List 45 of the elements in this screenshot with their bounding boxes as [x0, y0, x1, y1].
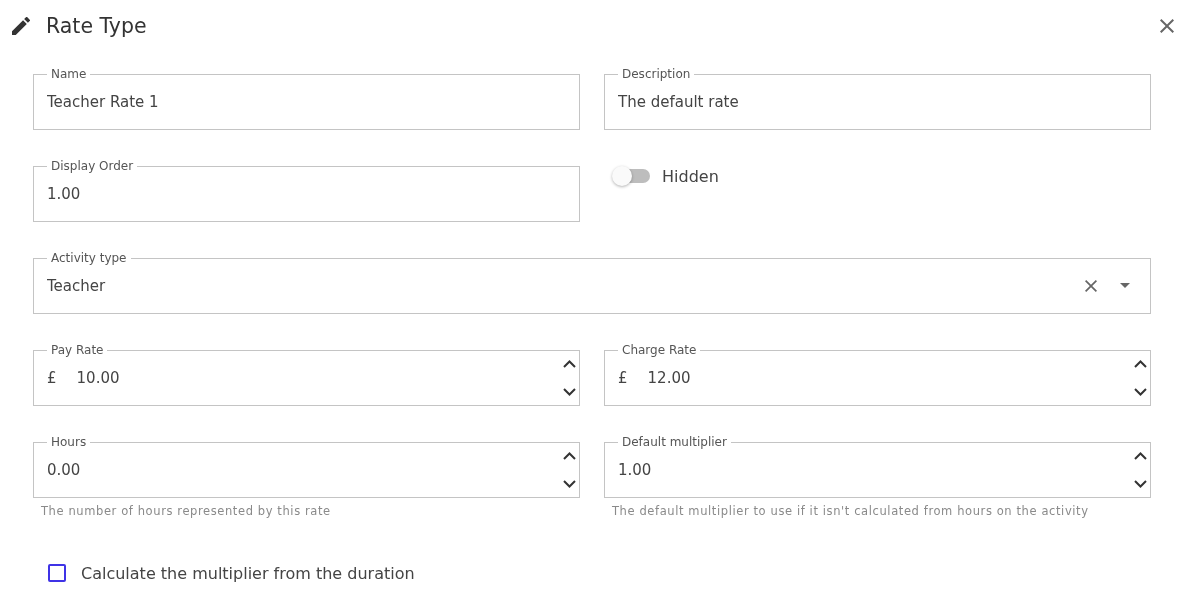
- number-input[interactable]: 12.00: [647, 357, 1132, 398]
- select-input[interactable]: Teacher: [47, 265, 1079, 306]
- chevron-down-icon: [1133, 388, 1147, 396]
- number-field[interactable]: Charge Rate £ 12.00: [604, 343, 1151, 406]
- field-label: Pay Rate: [50, 343, 105, 357]
- dropdown-arrow-icon: [1120, 283, 1130, 288]
- text-input[interactable]: The default rate: [618, 81, 1137, 122]
- number-input[interactable]: 0.00: [47, 449, 561, 490]
- clear-icon: [1085, 279, 1097, 292]
- close-icon: [1160, 19, 1174, 33]
- field-label: Activity type: [50, 251, 128, 265]
- toggle-switch[interactable]: [612, 166, 652, 186]
- helper-text: The default multiplier to use if it isn't calculated from hours on the activity: [612, 504, 1089, 518]
- select-field[interactable]: Activity type Teacher: [33, 251, 1151, 314]
- chevron-up-icon: [562, 452, 576, 460]
- checkbox-label: Calculate the multiplier from the duration: [81, 563, 415, 583]
- chevron-down-icon: [1133, 480, 1147, 488]
- text-input[interactable]: Teacher Rate 1: [47, 81, 566, 122]
- chevron-down-icon: [562, 480, 576, 488]
- chevron-up-icon: [562, 360, 576, 368]
- currency-symbol: £: [47, 368, 57, 387]
- number-field[interactable]: Hours 0.00: [33, 435, 580, 498]
- field-label: Default multiplier: [621, 435, 728, 449]
- switch-label: Hidden: [662, 166, 719, 186]
- number-field[interactable]: Default multiplier 1.00: [604, 435, 1151, 498]
- field-label: Charge Rate: [621, 343, 698, 357]
- field-label: Name: [50, 67, 88, 81]
- text-field[interactable]: Description The default rate: [604, 67, 1151, 130]
- checkbox[interactable]: [48, 564, 66, 582]
- dialog-title: Rate Type: [46, 14, 147, 38]
- pencil-icon: [12, 17, 30, 35]
- number-field[interactable]: Pay Rate £ 10.00: [33, 343, 580, 406]
- chevron-up-icon: [1133, 360, 1147, 368]
- chevron-up-icon: [1133, 452, 1147, 460]
- text-field[interactable]: Name Teacher Rate 1: [33, 67, 580, 130]
- text-field[interactable]: Display Order 1.00: [33, 159, 580, 222]
- text-input[interactable]: 1.00: [47, 173, 566, 214]
- number-input[interactable]: 1.00: [618, 449, 1132, 490]
- number-input[interactable]: 10.00: [76, 357, 561, 398]
- field-label: Description: [621, 67, 692, 81]
- currency-symbol: £: [618, 368, 628, 387]
- field-label: Display Order: [50, 159, 135, 173]
- field-label: Hours: [50, 435, 88, 449]
- chevron-down-icon: [562, 388, 576, 396]
- helper-text: The number of hours represented by this rate: [41, 504, 331, 518]
